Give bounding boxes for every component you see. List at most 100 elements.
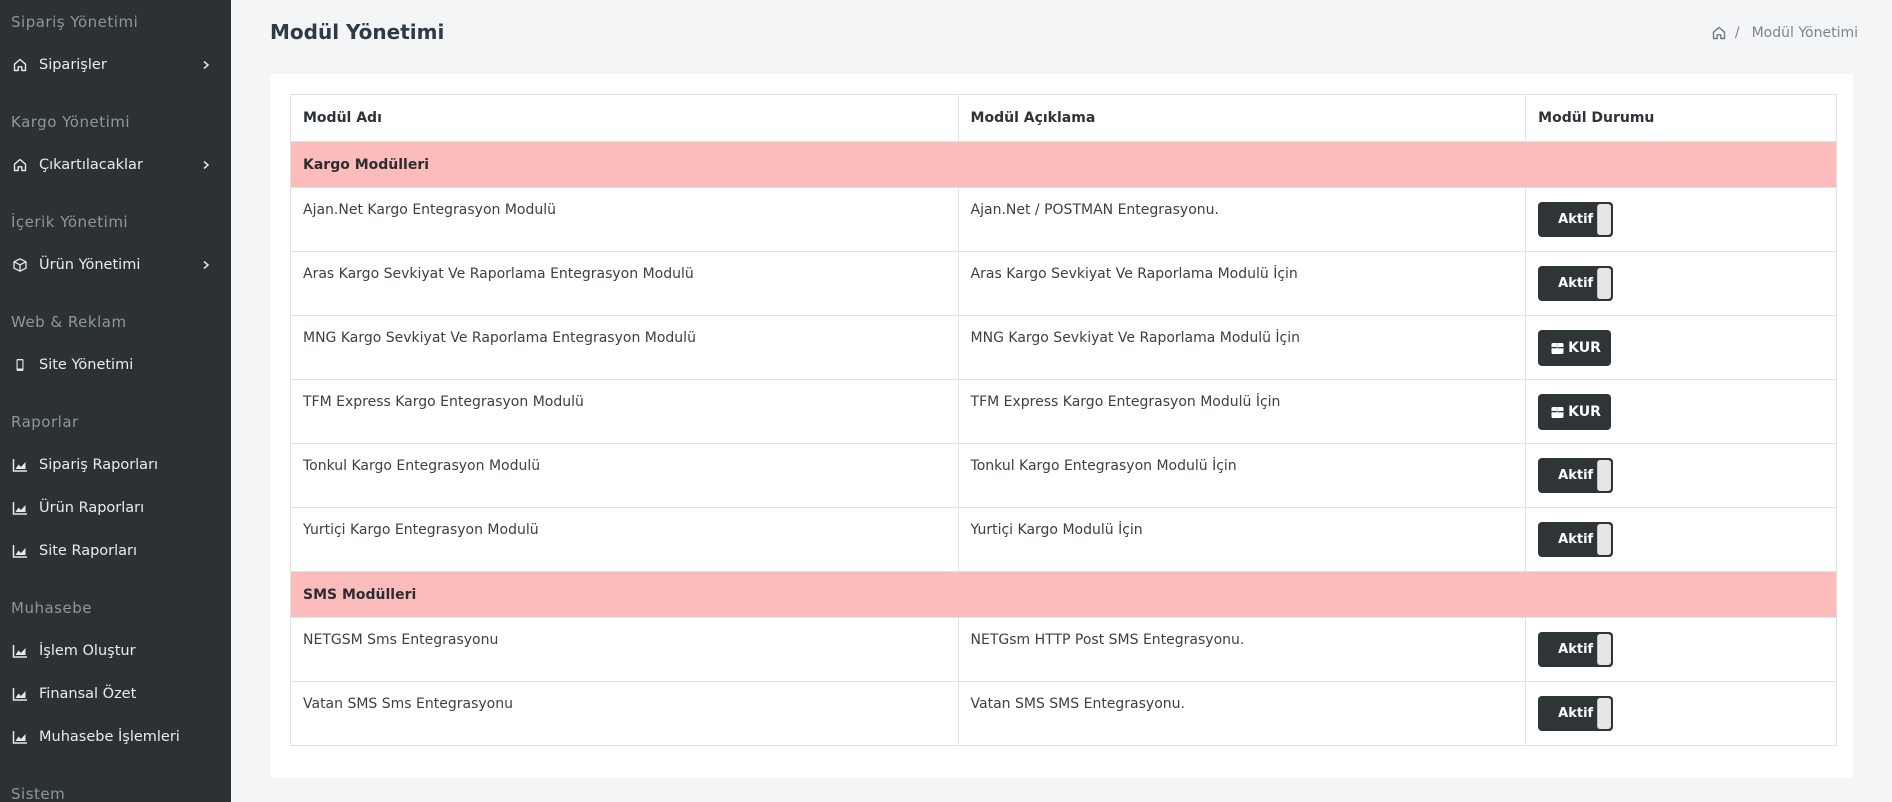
table-row: Vatan SMS Sms Entegrasyonu Vatan SMS SMS … bbox=[290, 681, 1837, 746]
active-toggle[interactable]: Aktif bbox=[1538, 202, 1614, 237]
mobile-icon bbox=[11, 356, 28, 373]
toggle-knob bbox=[1597, 204, 1612, 235]
sidebar-item-label: İşlem Oluştur bbox=[39, 642, 136, 659]
chart-icon bbox=[11, 685, 28, 702]
module-status: Aktif bbox=[1525, 507, 1837, 572]
sidebar-item-label: Sipariş Raporları bbox=[39, 456, 159, 473]
module-description: Ajan.Net / POSTMAN Entegrasyonu. bbox=[957, 187, 1527, 252]
sidebar-item-site-yonetimi[interactable]: Site Yönetimi bbox=[0, 343, 231, 386]
group-row: Kargo Modülleri bbox=[290, 141, 1837, 188]
module-name: Aras Kargo Sevkiyat Ve Raporlama Entegra… bbox=[290, 251, 959, 316]
modules-table: Modül Adı Modül Açıklama Modül Durumu Ka… bbox=[290, 94, 1837, 746]
sidebar-item-label: Çıkartılacaklar bbox=[39, 156, 143, 173]
column-header-status: Modül Durumu bbox=[1525, 94, 1837, 142]
module-description: Yurtiçi Kargo Modulü İçin bbox=[957, 507, 1527, 572]
sidebar-section-title: Raporlar bbox=[11, 412, 79, 431]
module-name: MNG Kargo Sevkiyat Ve Raporlama Entegras… bbox=[290, 315, 959, 380]
toggle-knob bbox=[1597, 524, 1612, 555]
module-name: Yurtiçi Kargo Entegrasyon Modulü bbox=[290, 507, 959, 572]
chevron-right-icon bbox=[201, 160, 211, 170]
chart-icon bbox=[11, 642, 28, 659]
toggle-label: Aktif bbox=[1558, 642, 1594, 657]
sidebar-item-islem-olustur[interactable]: İşlem Oluştur bbox=[0, 629, 231, 672]
active-toggle[interactable]: Aktif bbox=[1538, 696, 1614, 731]
column-header-name: Modül Adı bbox=[290, 94, 959, 142]
sidebar-item-label: Ürün Raporları bbox=[39, 499, 145, 516]
module-name: TFM Express Kargo Entegrasyon Modulü bbox=[290, 379, 959, 444]
sidebar-section-title: İçerik Yönetimi bbox=[11, 212, 129, 231]
sidebar-item-siparisler[interactable]: Siparişler bbox=[0, 43, 231, 86]
active-toggle[interactable]: Aktif bbox=[1538, 458, 1614, 493]
group-title: Kargo Modülleri bbox=[290, 141, 1837, 188]
module-description: Vatan SMS SMS Entegrasyonu. bbox=[957, 681, 1527, 746]
table-row: Tonkul Kargo Entegrasyon Modulü Tonkul Ka… bbox=[290, 443, 1837, 508]
module-name: Tonkul Kargo Entegrasyon Modulü bbox=[290, 443, 959, 508]
module-status: KUR bbox=[1525, 379, 1837, 444]
sidebar-item-site-raporlari[interactable]: Site Raporları bbox=[0, 529, 231, 572]
toggle-knob bbox=[1597, 698, 1612, 729]
module-status: Aktif bbox=[1525, 617, 1837, 682]
group-title: SMS Modülleri bbox=[290, 571, 1837, 618]
table-row: Aras Kargo Sevkiyat Ve Raporlama Entegra… bbox=[290, 251, 1837, 316]
sidebar-item-urun-yonetimi[interactable]: Ürün Yönetimi bbox=[0, 243, 231, 286]
toggle-label: Aktif bbox=[1558, 468, 1594, 483]
sidebar-section-title: Muhasebe bbox=[11, 598, 92, 617]
group-row: SMS Modülleri bbox=[290, 571, 1837, 618]
sidebar-item-siparis-raporlari[interactable]: Sipariş Raporları bbox=[0, 443, 231, 486]
page-title: Modül Yönetimi bbox=[270, 20, 445, 44]
module-description: TFM Express Kargo Entegrasyon Modulü İçi… bbox=[957, 379, 1527, 444]
main-content: Modül Yönetimi / Modül Yönetimi Modül Ad… bbox=[231, 0, 1892, 802]
sidebar-item-cikartilacaklar[interactable]: Çıkartılacaklar bbox=[0, 143, 231, 186]
module-name: Ajan.Net Kargo Entegrasyon Modulü bbox=[290, 187, 959, 252]
modules-card: Modül Adı Modül Açıklama Modül Durumu Ka… bbox=[270, 74, 1853, 778]
module-description: MNG Kargo Sevkiyat Ve Raporlama Modulü İ… bbox=[957, 315, 1527, 380]
sidebar-section-title: Sistem bbox=[11, 784, 66, 802]
home-icon bbox=[11, 156, 28, 173]
active-toggle[interactable]: Aktif bbox=[1538, 266, 1614, 301]
active-toggle[interactable]: Aktif bbox=[1538, 632, 1614, 667]
home-icon bbox=[11, 56, 28, 73]
chart-icon bbox=[11, 728, 28, 745]
install-label: KUR bbox=[1568, 404, 1601, 420]
sidebar-section-title: Web & Reklam bbox=[11, 312, 127, 331]
module-status: Aktif bbox=[1525, 681, 1837, 746]
box-icon bbox=[1550, 405, 1565, 420]
module-status: Aktif bbox=[1525, 251, 1837, 316]
toggle-knob bbox=[1597, 268, 1612, 299]
chevron-right-icon bbox=[201, 260, 211, 270]
sidebar-section-title: Sipariş Yönetimi bbox=[11, 12, 139, 31]
table-row: TFM Express Kargo Entegrasyon Modulü TFM … bbox=[290, 379, 1837, 444]
install-button[interactable]: KUR bbox=[1538, 330, 1611, 366]
module-description: Aras Kargo Sevkiyat Ve Raporlama Modulü … bbox=[957, 251, 1527, 316]
module-description: NETGsm HTTP Post SMS Entegrasyonu. bbox=[957, 617, 1527, 682]
sidebar-item-urun-raporlari[interactable]: Ürün Raporları bbox=[0, 486, 231, 529]
table-row: Yurtiçi Kargo Entegrasyon Modulü Yurtiçi … bbox=[290, 507, 1837, 572]
module-status: Aktif bbox=[1525, 443, 1837, 508]
sidebar-item-label: Finansal Özet bbox=[39, 685, 137, 702]
sidebar-item-finansal-ozet[interactable]: Finansal Özet bbox=[0, 672, 231, 715]
install-button[interactable]: KUR bbox=[1538, 394, 1611, 430]
module-status: KUR bbox=[1525, 315, 1837, 380]
table-row: Ajan.Net Kargo Entegrasyon Modulü Ajan.Ne… bbox=[290, 187, 1837, 252]
sidebar: Sipariş Yönetimi Siparişler Kargo Yönetimi… bbox=[0, 0, 231, 802]
breadcrumb-separator: / bbox=[1734, 25, 1740, 41]
home-icon[interactable] bbox=[1711, 25, 1727, 41]
chart-icon bbox=[11, 456, 28, 473]
toggle-label: Aktif bbox=[1558, 706, 1594, 721]
active-toggle[interactable]: Aktif bbox=[1538, 522, 1614, 557]
module-name: Vatan SMS Sms Entegrasyonu bbox=[290, 681, 959, 746]
sidebar-item-label: Muhasebe İşlemleri bbox=[39, 728, 180, 745]
chevron-right-icon bbox=[201, 60, 211, 70]
box-icon bbox=[1550, 341, 1565, 356]
sidebar-item-muhasebe-islemleri[interactable]: Muhasebe İşlemleri bbox=[0, 715, 231, 758]
sidebar-section-title: Kargo Yönetimi bbox=[11, 112, 131, 131]
module-description: Tonkul Kargo Entegrasyon Modulü İçin bbox=[957, 443, 1527, 508]
module-name: NETGSM Sms Entegrasyonu bbox=[290, 617, 959, 682]
toggle-label: Aktif bbox=[1558, 276, 1594, 291]
